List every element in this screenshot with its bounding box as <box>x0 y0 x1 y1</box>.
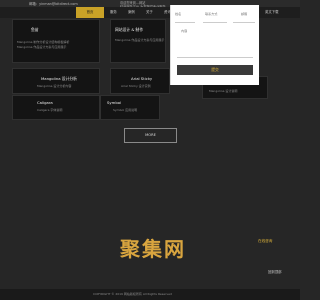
nav-item-cases[interactable]: 案例 <box>128 7 135 18</box>
contact-email: 邮箱：yinman@bitdirect.com <box>29 2 78 6</box>
card-desc: Mangolina 设计分析内容 <box>37 84 72 88</box>
card-desc: Mangolina 作品设计方案与应用展示 <box>17 45 67 49</box>
online-consult-link[interactable]: 在线咨询 <box>258 239 272 244</box>
nav-item-about[interactable]: 关于 <box>146 7 153 18</box>
nav-item-services[interactable]: 服务 <box>110 7 117 18</box>
content-card[interactable]: 鱼苗 Mangolina 制作分析设计结构模板解析 Mangolina 作品设计… <box>12 19 100 63</box>
card-title: 网站设计 & 制作 <box>115 27 144 32</box>
card-title: 鱼苗 <box>31 27 39 32</box>
card-desc: Symbol 应用说明 <box>113 108 138 112</box>
more-button[interactable]: MORE <box>124 128 177 143</box>
card-desc: Caligara 字体说明 <box>37 108 63 112</box>
message-textarea[interactable] <box>177 31 253 58</box>
contact-form-panel: 姓名 联系方式 邮箱 内容 提交 <box>170 5 259 85</box>
content-card[interactable]: Symbol Symbol 应用说明 <box>100 95 160 120</box>
content-card[interactable]: Caligara Caligara 字体说明 <box>12 95 100 120</box>
card-title: Arial Sticky <box>131 76 153 81</box>
submit-button[interactable]: 提交 <box>177 65 253 75</box>
card-title: Mangolina 设计分析 <box>41 76 77 81</box>
card-title: Symbol <box>107 100 122 105</box>
back-to-top-link[interactable]: 回到顶部 <box>268 269 282 274</box>
footer-copyright: COPYRIGHT © 2019 网站版权所有 All Rights Reser… <box>93 292 172 296</box>
nav-item-home[interactable]: 首页 <box>76 7 104 18</box>
rightbox-text: Mangolina 设计说明 <box>209 89 238 93</box>
card-title: Caligara <box>37 100 53 105</box>
email-input[interactable] <box>233 16 255 23</box>
content-card[interactable]: Mangolina 设计分析 Mangolina 设计分析内容 <box>12 68 100 94</box>
name-input[interactable] <box>175 16 195 23</box>
site-watermark-logo: 聚集网 <box>120 237 186 261</box>
card-desc: Arial Sticky 设计实例 <box>121 84 151 88</box>
download-link[interactable]: 英文下载 <box>265 9 279 14</box>
content-card[interactable]: 网站设计 & 制作 Mangolina 作品设计方案与应用展示 <box>110 19 166 63</box>
contact-input[interactable] <box>203 16 227 23</box>
card-desc: Mangolina 作品设计方案与应用展示 <box>115 38 165 42</box>
content-card[interactable]: Arial Sticky Arial Sticky 设计实例 <box>110 68 170 94</box>
card-desc: Mangolina 制作分析设计结构模板解析 <box>17 40 70 44</box>
